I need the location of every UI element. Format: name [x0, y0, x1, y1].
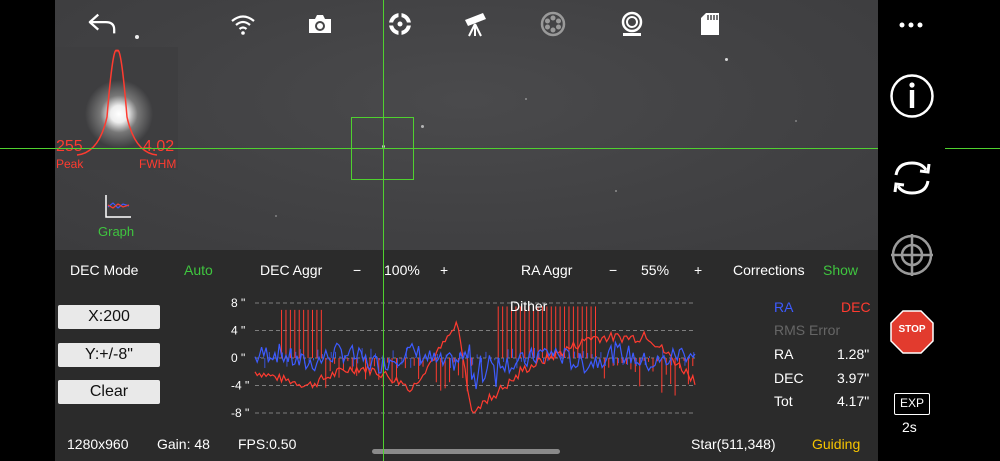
guiding-status: Guiding — [812, 436, 861, 452]
rms-dec-value: 3.97" — [837, 370, 870, 386]
legend-ra: RA — [774, 299, 794, 315]
star — [135, 35, 139, 39]
star — [615, 190, 617, 192]
gain-text: Gain: 48 — [157, 436, 210, 452]
y-tick-label: 0 " — [231, 351, 245, 365]
refresh-loop-icon[interactable] — [888, 156, 936, 200]
y-tick-label: 4 " — [231, 324, 245, 338]
graph-icon — [105, 195, 131, 218]
star — [421, 125, 424, 128]
fwhm-value: 4.02 — [143, 138, 175, 155]
wifi-icon[interactable] — [228, 10, 258, 38]
left-safe-area — [0, 0, 55, 461]
y-tick-label: -4 " — [231, 379, 249, 393]
target-scope-icon[interactable] — [385, 10, 415, 38]
exposure-value: 2s — [902, 419, 917, 435]
ra-aggr-plus-button[interactable]: + — [694, 262, 702, 278]
peak-value: 255 — [56, 138, 83, 155]
star-position-text: Star(511,348) — [691, 436, 776, 452]
home-indicator — [372, 449, 560, 454]
ra-aggr-value: 55% — [641, 262, 670, 278]
y-tick-label: -8 " — [231, 406, 249, 420]
guide-star-box[interactable] — [351, 117, 414, 180]
fps-text: FPS:0.50 — [238, 436, 297, 452]
dec-aggr-plus-button[interactable]: + — [440, 262, 448, 278]
x-scale-button[interactable]: X:200 — [58, 305, 160, 329]
camera-viewport: 255 Peak 4.02 FWHM Graph DEC Mode Auto D… — [55, 0, 878, 461]
y-scale-button[interactable]: Y:+/-8" — [58, 343, 160, 367]
stop-button[interactable]: STOP — [889, 309, 935, 355]
legend-dec: DEC — [841, 299, 871, 315]
info-icon[interactable] — [889, 73, 935, 119]
crosshair-horizontal-right — [945, 148, 1000, 149]
ra-aggr-label: RA Aggr — [521, 262, 573, 278]
star — [525, 98, 527, 100]
ra-aggr-minus-button[interactable]: − — [609, 262, 617, 278]
crosshair-horizontal — [0, 148, 878, 149]
y-tick-label: 8 " — [231, 296, 245, 310]
camera-icon[interactable] — [305, 10, 335, 38]
guide-target-icon[interactable] — [890, 233, 934, 277]
rms-tot-label: Tot — [774, 393, 793, 409]
star — [275, 215, 277, 217]
rms-title: RMS Error — [774, 322, 841, 338]
peak-label: Peak — [56, 157, 84, 171]
dither-annotation: Dither — [510, 298, 548, 314]
rms-dec-label: DEC — [774, 370, 804, 386]
sd-card-icon[interactable] — [695, 10, 725, 38]
rms-tot-value: 4.17" — [837, 393, 870, 409]
dec-mode-value[interactable]: Auto — [184, 262, 213, 278]
star — [725, 58, 728, 61]
exposure-label: EXP — [899, 396, 924, 410]
focuser-icon[interactable] — [617, 10, 647, 38]
exposure-button[interactable]: EXP — [894, 393, 930, 415]
crosshair-vertical — [383, 0, 384, 461]
dec-aggr-minus-button[interactable]: − — [353, 262, 361, 278]
graph-label: Graph — [98, 224, 135, 239]
filter-wheel-icon[interactable] — [538, 10, 568, 38]
dec-mode-label: DEC Mode — [70, 262, 139, 278]
more-icon[interactable] — [896, 15, 926, 35]
graph-button[interactable]: Graph — [91, 193, 141, 241]
star — [795, 120, 797, 122]
rms-ra-label: RA — [774, 346, 794, 362]
clear-button[interactable]: Clear — [58, 380, 160, 404]
rms-ra-value: 1.28" — [837, 346, 870, 362]
guide-graph[interactable]: 8 " 4 " 0 " -4 " -8 " Dither — [165, 295, 725, 420]
dec-aggr-value: 100% — [384, 262, 420, 278]
stop-label: STOP — [898, 324, 926, 335]
right-sidebar: STOP EXP 2s — [878, 0, 945, 461]
dec-aggr-label: DEC Aggr — [260, 262, 323, 278]
corrections-label: Corrections — [733, 262, 805, 278]
resolution-text: 1280x960 — [67, 436, 129, 452]
corrections-toggle[interactable]: Show — [823, 262, 858, 278]
back-icon[interactable] — [87, 10, 117, 38]
fwhm-label: FWHM — [139, 157, 177, 171]
telescope-icon[interactable] — [460, 10, 490, 38]
